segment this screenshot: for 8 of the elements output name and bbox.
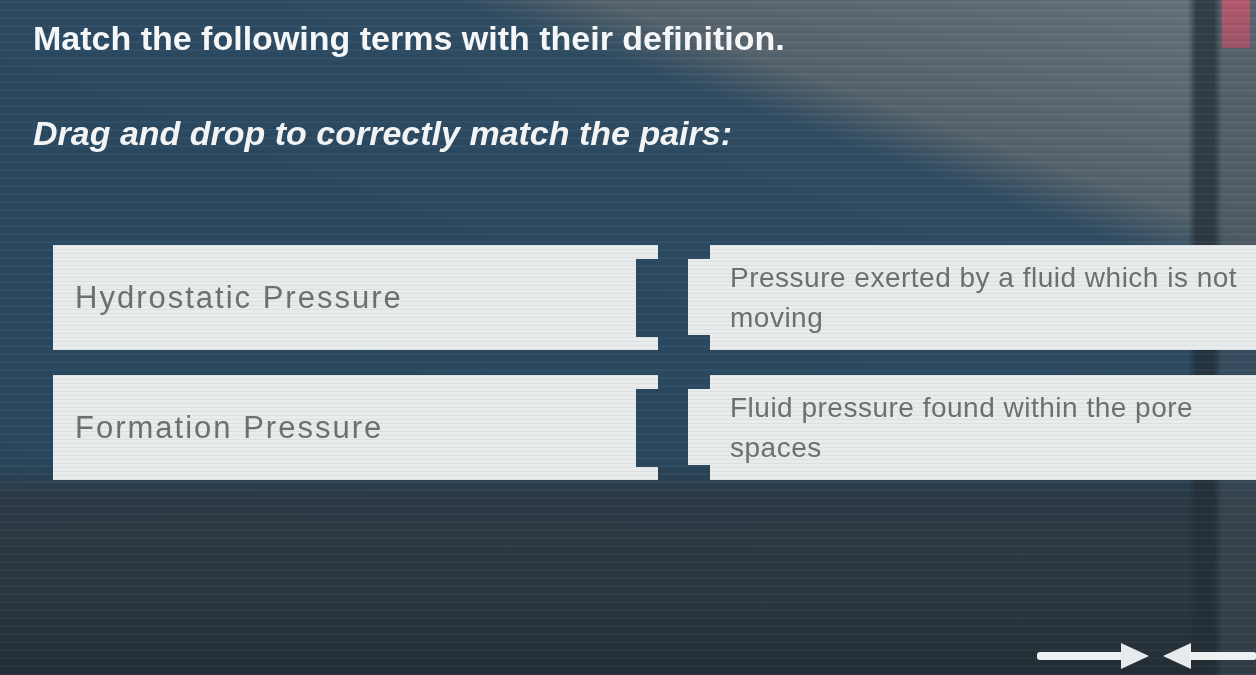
left-arrow-icon[interactable] bbox=[1163, 643, 1256, 669]
definition-tile: Fluid pressure found within the pore spaces bbox=[688, 375, 1256, 480]
right-arrow-icon[interactable] bbox=[1037, 643, 1149, 669]
definition-tile: Pressure exerted by a fluid which is not moving bbox=[688, 245, 1256, 350]
term-tile[interactable]: Hydrostatic Pressure bbox=[53, 245, 658, 350]
instruction-text: Drag and drop to correctly match the pairs: bbox=[33, 113, 733, 154]
question-title: Match the following terms with their definition. bbox=[33, 18, 785, 59]
term-tile[interactable]: Formation Pressure bbox=[53, 375, 658, 480]
